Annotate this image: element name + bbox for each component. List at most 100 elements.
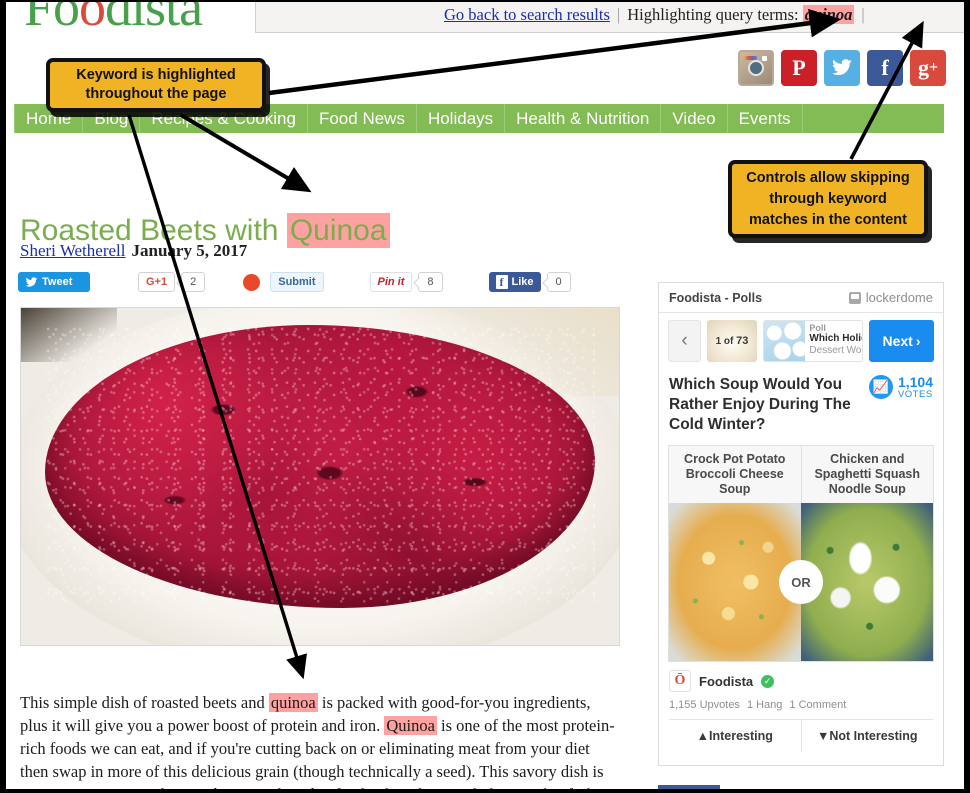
author-link[interactable]: Sheri Wetherell xyxy=(20,241,125,260)
lockerdome-label: lockerdome xyxy=(865,290,933,305)
poll-author[interactable]: Ō Foodista ✓ xyxy=(669,670,933,692)
facebook-f-icon: f xyxy=(495,275,508,289)
reddit-icon[interactable] xyxy=(243,273,261,291)
like-label: Like xyxy=(511,276,534,288)
like-count: 0 xyxy=(546,272,571,292)
poll-carousel: ‹ 1 of 73 Poll Which Holida Dessert Woul… xyxy=(659,313,943,367)
poll-action-buttons: ▲Interesting ▼Not Interesting xyxy=(669,719,933,752)
facebook-icon[interactable]: f xyxy=(867,50,903,86)
poll-option-1-label[interactable]: Crock Pot Potato Broccoli Cheese Soup xyxy=(669,446,801,503)
poll-option-labels: Crock Pot Potato Broccoli Cheese Soup Ch… xyxy=(669,446,933,503)
lockerdome-branding[interactable]: lockerdome xyxy=(848,290,933,305)
poll-upvotes: 1,155 Upvotes xyxy=(669,699,740,711)
publish-date: January 5, 2017 xyxy=(131,241,248,260)
quinoa-grain-texture xyxy=(44,324,596,608)
article-body: This simple dish of roasted beets and qu… xyxy=(20,691,620,789)
poll-options: Crock Pot Potato Broccoli Cheese Soup Ch… xyxy=(668,445,934,662)
carousel-prev-button[interactable]: ‹ xyxy=(668,320,701,362)
search-highlight-bar: Go back to search results | Highlighting q… xyxy=(255,2,964,33)
not-interesting-label: Not Interesting xyxy=(829,729,918,743)
pinterest-icon[interactable]: P xyxy=(781,50,817,86)
twitter-icon[interactable] xyxy=(824,50,860,86)
votes-chart-icon: 📈 xyxy=(868,375,893,399)
lockerdome-icon xyxy=(848,291,861,304)
down-triangle-icon: ▼ xyxy=(816,729,830,743)
interesting-label: Interesting xyxy=(708,729,773,743)
poll-widget-title: Foodista - Polls xyxy=(669,290,763,305)
highlighting-label: Highlighting query terms: xyxy=(627,5,799,24)
foodista-mark-icon: Ō xyxy=(669,670,691,692)
body-keyword-1: quinoa xyxy=(268,692,318,712)
poll-votes: 📈 1,104 VOTES xyxy=(868,374,933,435)
webpage: Foodista Go back to search results | Highl… xyxy=(6,2,964,789)
facebook-like-button[interactable]: f Like xyxy=(488,272,541,292)
pin-label: Pin it xyxy=(377,276,405,288)
carousel-card-text: Poll Which Holida Dessert Woul xyxy=(805,321,862,361)
gplus-label: G+1 xyxy=(146,276,168,288)
carousel-next-poll-card[interactable]: Poll Which Holida Dessert Woul xyxy=(763,320,863,362)
poll-question-row: Which Soup Would You Rather Enjoy During… xyxy=(659,367,943,439)
poll-widget: Foodista - Polls lockerdome ‹ 1 of 73 Po… xyxy=(658,282,944,766)
social-share-row: Tweet G+1 2 Submit Pin it 8 f Like 0 xyxy=(18,272,571,292)
carousel-next-label: Next xyxy=(882,333,913,349)
carousel-of: of xyxy=(723,336,734,347)
poll-stats: 1,155 Upvotes 1 Hang 1 Comment xyxy=(669,692,933,711)
annotation-callout-controls: Controls allow skipping through keyword … xyxy=(728,160,928,238)
pinterest-pin-button[interactable]: Pin it xyxy=(369,272,413,292)
poll-comments: 1 Comment xyxy=(789,699,847,711)
carousel-card-line1: Which Holida xyxy=(809,333,862,344)
poll-footer: Ō Foodista ✓ 1,155 Upvotes 1 Hang 1 Commen… xyxy=(659,662,943,752)
body-keyword-2: Quinoa xyxy=(384,715,437,735)
pin-count: 8 xyxy=(418,272,443,292)
poll-option-images: OR xyxy=(669,503,933,661)
beets-quinoa-mound xyxy=(44,324,596,608)
interesting-button[interactable]: ▲Interesting xyxy=(669,720,801,752)
query-term-highlight: quinoa xyxy=(802,5,855,24)
poll-option-2-label[interactable]: Chicken and Spaghetti Squash Noodle Soup xyxy=(800,446,933,503)
tweet-button[interactable]: Tweet xyxy=(18,272,90,292)
submit-label: Submit xyxy=(278,276,316,288)
nav-item-food-news[interactable]: Food News xyxy=(308,104,417,133)
verified-badge-icon: ✓ xyxy=(761,674,775,688)
gplus-button[interactable]: G+1 xyxy=(138,272,176,292)
screenshot-frame: Foodista Go back to search results | Highl… xyxy=(0,0,970,793)
votes-label: VOTES xyxy=(897,389,933,400)
votes-count: 1,104 xyxy=(897,374,933,390)
below-widget-partial-row xyxy=(658,785,944,789)
bar-separator-2: | xyxy=(861,5,865,24)
facebook-follow-button-partial[interactable] xyxy=(658,785,720,789)
gplus-count: 2 xyxy=(181,272,206,292)
carousel-total: 73 xyxy=(736,335,749,347)
tweet-label: Tweet xyxy=(42,276,73,288)
poll-question: Which Soup Would You Rather Enjoy During… xyxy=(669,376,851,433)
instagram-icon[interactable] xyxy=(738,50,774,86)
carousel-card-line2: Dessert Woul xyxy=(809,345,862,356)
up-triangle-icon: ▲ xyxy=(696,729,709,743)
foodista-logo[interactable]: Foodista xyxy=(24,2,203,34)
nav-item-events[interactable]: Events xyxy=(728,104,803,133)
nav-item-health-nutrition[interactable]: Health & Nutrition xyxy=(505,104,662,133)
article-byline: Sheri Wetherell January 5, 2017 xyxy=(20,241,247,261)
annotation-callout-keyword-highlight: Keyword is highlighted throughout the pa… xyxy=(46,58,266,112)
or-badge: OR xyxy=(779,560,823,604)
snowman-cookies-thumb xyxy=(764,321,806,361)
poll-widget-header: Foodista - Polls lockerdome xyxy=(659,283,943,313)
reddit-submit-button[interactable]: Submit xyxy=(270,272,324,292)
nav-item-video[interactable]: Video xyxy=(661,104,728,133)
poll-author-name: Foodista xyxy=(699,673,754,689)
go-back-to-search-results-link[interactable]: Go back to search results xyxy=(444,5,610,24)
googleplus-icon[interactable]: g + xyxy=(910,50,946,86)
carousel-next-button[interactable]: Next › xyxy=(869,320,934,362)
social-icon-row: P f g + xyxy=(738,50,946,86)
nav-item-holidays[interactable]: Holidays xyxy=(417,104,506,133)
carousel-counter-thumb[interactable]: 1 of 73 xyxy=(707,320,757,362)
search-highlight-controls: Go back to search results | Highlighting q… xyxy=(444,5,872,25)
page-title-highlight: Quinoa xyxy=(286,213,390,249)
carousel-card-kicker: Poll xyxy=(809,323,826,333)
twitter-bird-icon xyxy=(25,276,38,287)
body-seg-0: This simple dish of roasted beets and xyxy=(20,692,269,712)
chevron-right-icon: › xyxy=(915,333,921,349)
bar-separator-1: | xyxy=(616,5,621,24)
carousel-index: 1 xyxy=(715,336,722,347)
not-interesting-button[interactable]: ▼Not Interesting xyxy=(800,720,934,752)
